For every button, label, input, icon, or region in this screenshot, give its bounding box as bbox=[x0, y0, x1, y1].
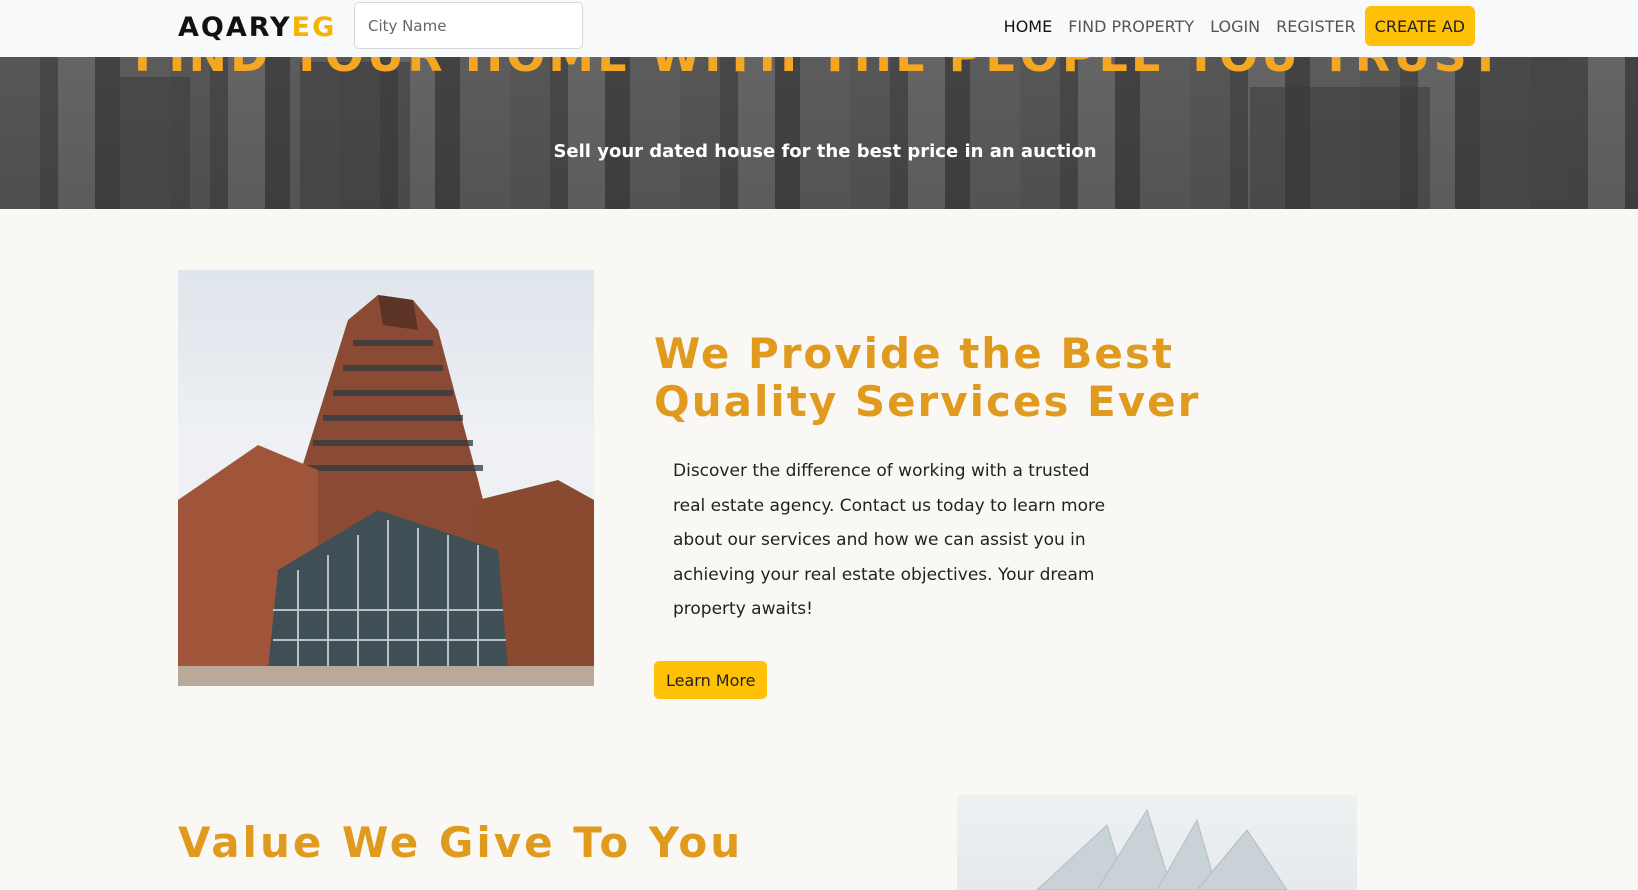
building-illustration bbox=[178, 295, 594, 686]
hero-title: FIND YOUR HOME WITH THE PEOPLE YOU TRUST bbox=[0, 57, 1638, 81]
services-title: We Provide the Best Quality Services Eve… bbox=[654, 329, 1201, 426]
tower-photo bbox=[957, 795, 1357, 890]
services-text: Discover the difference of working with … bbox=[673, 461, 1106, 619]
nav-links: HOME FIND PROPERTY LOGIN REGISTER CREATE… bbox=[988, 6, 1475, 46]
navbar: AQARYEG HOME FIND PROPERTY LOGIN REGISTE… bbox=[0, 0, 1638, 57]
brand-logo[interactable]: AQARYEG bbox=[178, 12, 336, 43]
nav-register[interactable]: REGISTER bbox=[1276, 17, 1356, 36]
brand-main: AQARY bbox=[178, 12, 292, 43]
tower-illustration bbox=[1036, 808, 1288, 890]
building-photo bbox=[178, 270, 594, 686]
city-search-input[interactable] bbox=[354, 2, 583, 49]
brand-accent: EG bbox=[291, 12, 337, 43]
nav-home[interactable]: HOME bbox=[1004, 17, 1053, 36]
nav-login[interactable]: LOGIN bbox=[1210, 17, 1260, 36]
nav-find-property[interactable]: FIND PROPERTY bbox=[1068, 17, 1194, 36]
hero-banner: FIND YOUR HOME WITH THE PEOPLE YOU TRUST… bbox=[0, 57, 1638, 209]
hero-bg-building bbox=[300, 62, 410, 209]
create-ad-button[interactable]: CREATE AD bbox=[1364, 6, 1475, 46]
learn-more-button[interactable]: Learn More bbox=[654, 661, 768, 699]
value-title: Value We Give To You bbox=[178, 818, 744, 867]
hero-subtitle: Sell your dated house for the best price… bbox=[553, 141, 1097, 162]
